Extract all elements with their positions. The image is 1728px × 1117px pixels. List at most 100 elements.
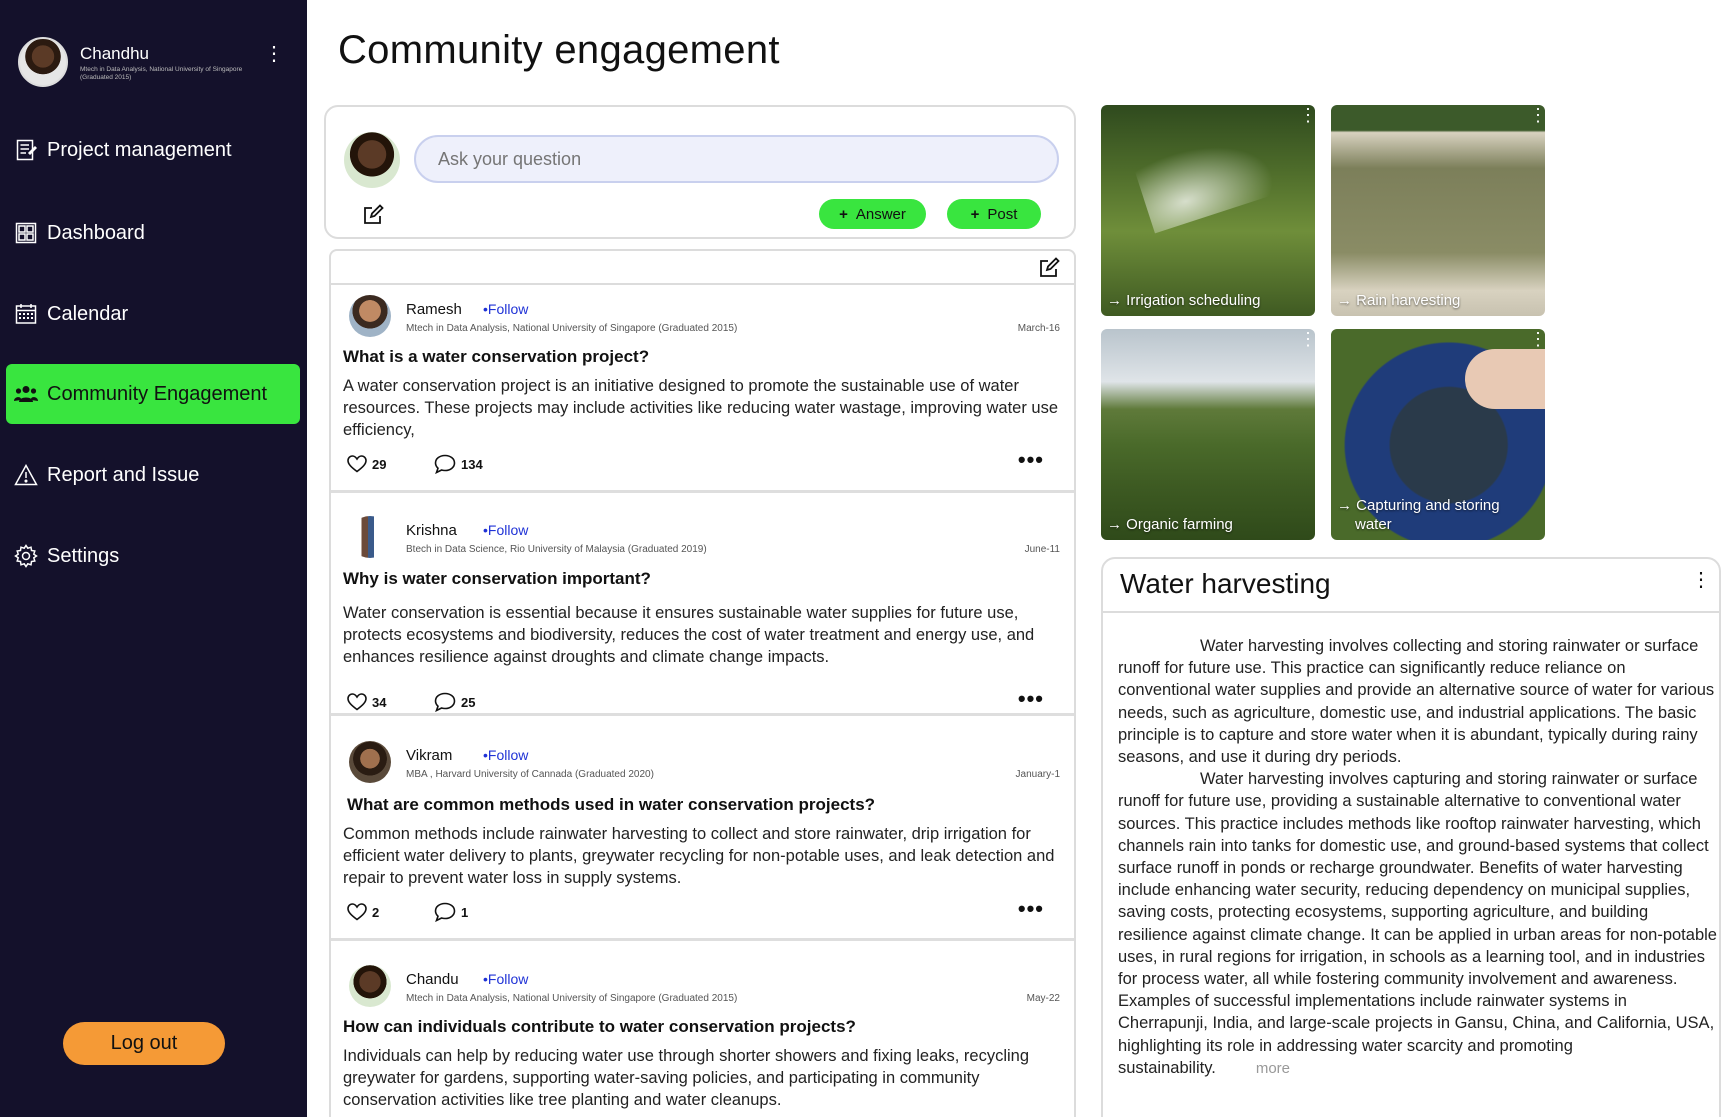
calendar-icon [14, 302, 38, 326]
follow-link[interactable]: •Follow [483, 747, 528, 763]
answer-text: Water conservation is essential because … [343, 604, 1035, 666]
post-date: June-11 [1024, 544, 1060, 555]
article-paragraph-text: Water harvesting involves capturing and … [1118, 770, 1717, 1077]
avatar [349, 516, 391, 558]
user-profile[interactable]: Chandhu Mtech in Data Analysis, National… [18, 36, 288, 88]
author-name: Krishna [406, 522, 457, 539]
answer-text: A water conservation project is an initi… [343, 377, 1059, 439]
follow-link[interactable]: •Follow [483, 522, 528, 538]
tile-label: → Irrigation scheduling [1107, 291, 1307, 310]
post-date: March-16 [1017, 323, 1060, 334]
nav-community-engagement[interactable]: Community Engagement [6, 364, 300, 424]
comment-icon [434, 902, 456, 922]
like-count[interactable]: 34 [347, 693, 386, 711]
follow-link[interactable]: •Follow [483, 971, 528, 987]
post-date: May-22 [1026, 993, 1060, 1004]
post-button[interactable]: + Post [947, 199, 1041, 229]
answer-text: Common methods include rainwater harvest… [343, 825, 1055, 887]
tile-capturing-and-storing-water[interactable]: ⋮ → Capturing and storing water [1331, 329, 1545, 540]
question-feed: Ramesh •Follow Mtech in Data Analysis, N… [329, 249, 1076, 1117]
answer-label: Answer [855, 205, 906, 223]
plus-icon: + [970, 205, 980, 223]
logout-button[interactable]: Log out [63, 1022, 225, 1065]
kebab-menu-icon[interactable]: ⋮ [1299, 330, 1315, 348]
comment-icon [434, 454, 456, 474]
people-icon [14, 382, 38, 406]
question-title[interactable]: How can individuals contribute to water … [343, 1017, 856, 1037]
feed-header [331, 251, 1074, 285]
kebab-menu-icon[interactable]: ⋮ [264, 44, 284, 64]
author-subtitle: MBA , Harvard University of Cannada (Gra… [406, 769, 654, 780]
edit-icon[interactable] [1038, 257, 1060, 284]
author-subtitle: Mtech in Data Analysis, National Univers… [406, 323, 738, 334]
hand-shape [1465, 349, 1545, 409]
avatar [349, 295, 391, 337]
sprinkler-spray [1133, 126, 1279, 234]
article-title: Water harvesting [1120, 568, 1331, 599]
nav-label: Settings [47, 544, 120, 567]
tile-label: → Rain harvesting [1337, 291, 1537, 310]
tile-label-text: Rain harvesting [1356, 292, 1461, 309]
comment-count[interactable]: 134 [434, 454, 483, 474]
article-paragraph: Water harvesting involves capturing and … [1118, 768, 1718, 1080]
comment-count[interactable]: 25 [434, 692, 475, 712]
kebab-menu-icon[interactable]: ⋮ [1691, 570, 1711, 590]
more-link[interactable]: more [1256, 1060, 1290, 1077]
nav-report-and-issue[interactable]: Report and Issue [6, 445, 300, 505]
post-date: January-1 [1015, 769, 1060, 780]
follow-link[interactable]: •Follow [483, 301, 528, 317]
like-count-text: 2 [372, 904, 380, 920]
more-options-icon[interactable]: ••• [1018, 898, 1044, 920]
question-title[interactable]: What is a water conservation project? [343, 347, 649, 367]
comment-icon [434, 692, 456, 712]
nav-settings[interactable]: Settings [6, 526, 300, 586]
more-options-icon[interactable]: ••• [1018, 449, 1044, 471]
author-name: Ramesh [406, 301, 462, 318]
author-name: Chandu [406, 971, 459, 988]
tile-label-text: Organic farming [1126, 516, 1233, 533]
grid-icon [14, 221, 38, 245]
like-count[interactable]: 2 [347, 903, 379, 921]
plus-icon: + [839, 205, 848, 223]
author-name: Vikram [406, 747, 453, 764]
question-title[interactable]: Why is water conservation important? [343, 569, 651, 589]
tile-label-text: Irrigation scheduling [1126, 292, 1261, 309]
avatar [344, 132, 400, 188]
comment-count[interactable]: 1 [434, 902, 468, 922]
tile-irrigation-scheduling[interactable]: ⋮ → Irrigation scheduling [1101, 105, 1315, 316]
article-card: Water harvesting ⋮ Water harvesting invo… [1101, 557, 1721, 1117]
comment-count-text: 25 [461, 694, 476, 710]
ask-question-card: + Answer + Post [324, 105, 1076, 239]
question-title[interactable]: What are common methods used in water co… [347, 795, 875, 815]
nav-label: Dashboard [47, 221, 145, 244]
question-post: Ramesh •Follow Mtech in Data Analysis, N… [331, 285, 1074, 493]
like-count[interactable]: 29 [347, 455, 386, 473]
heart-icon [347, 455, 367, 473]
avatar [349, 741, 391, 783]
heart-icon [347, 903, 367, 921]
answer-button[interactable]: + Answer [819, 199, 926, 229]
kebab-menu-icon[interactable]: ⋮ [1299, 106, 1315, 124]
more-options-icon[interactable]: ••• [1018, 688, 1044, 710]
kebab-menu-icon[interactable]: ⋮ [1529, 330, 1545, 348]
comment-count-text: 134 [461, 456, 483, 472]
author-subtitle: Btech in Data Science, Rio University of… [406, 544, 707, 555]
question-post: Krishna •Follow Btech in Data Science, R… [331, 506, 1074, 716]
kebab-menu-icon[interactable]: ⋮ [1529, 106, 1545, 124]
nav-project-management[interactable]: Project management [6, 120, 300, 180]
edit-icon[interactable] [362, 204, 384, 231]
tile-label: → Capturing and storing water [1337, 496, 1537, 534]
ask-question-input[interactable] [414, 135, 1059, 183]
nav-dashboard[interactable]: Dashboard [6, 203, 300, 263]
question-post: Vikram •Follow MBA , Harvard University … [331, 731, 1074, 941]
page-title: Community engagement [338, 28, 780, 72]
divider [1103, 611, 1719, 613]
article-paragraph: Water harvesting involves collecting and… [1118, 637, 1715, 767]
author-subtitle: Mtech in Data Analysis, National Univers… [406, 993, 738, 1004]
tile-rain-harvesting[interactable]: ⋮ → Rain harvesting [1331, 105, 1545, 316]
arrow-right-icon: → [1337, 292, 1357, 309]
document-icon [14, 138, 38, 162]
tile-organic-farming[interactable]: ⋮ → Organic farming [1101, 329, 1315, 540]
nav-label: Report and Issue [47, 463, 200, 486]
nav-calendar[interactable]: Calendar [6, 284, 300, 344]
